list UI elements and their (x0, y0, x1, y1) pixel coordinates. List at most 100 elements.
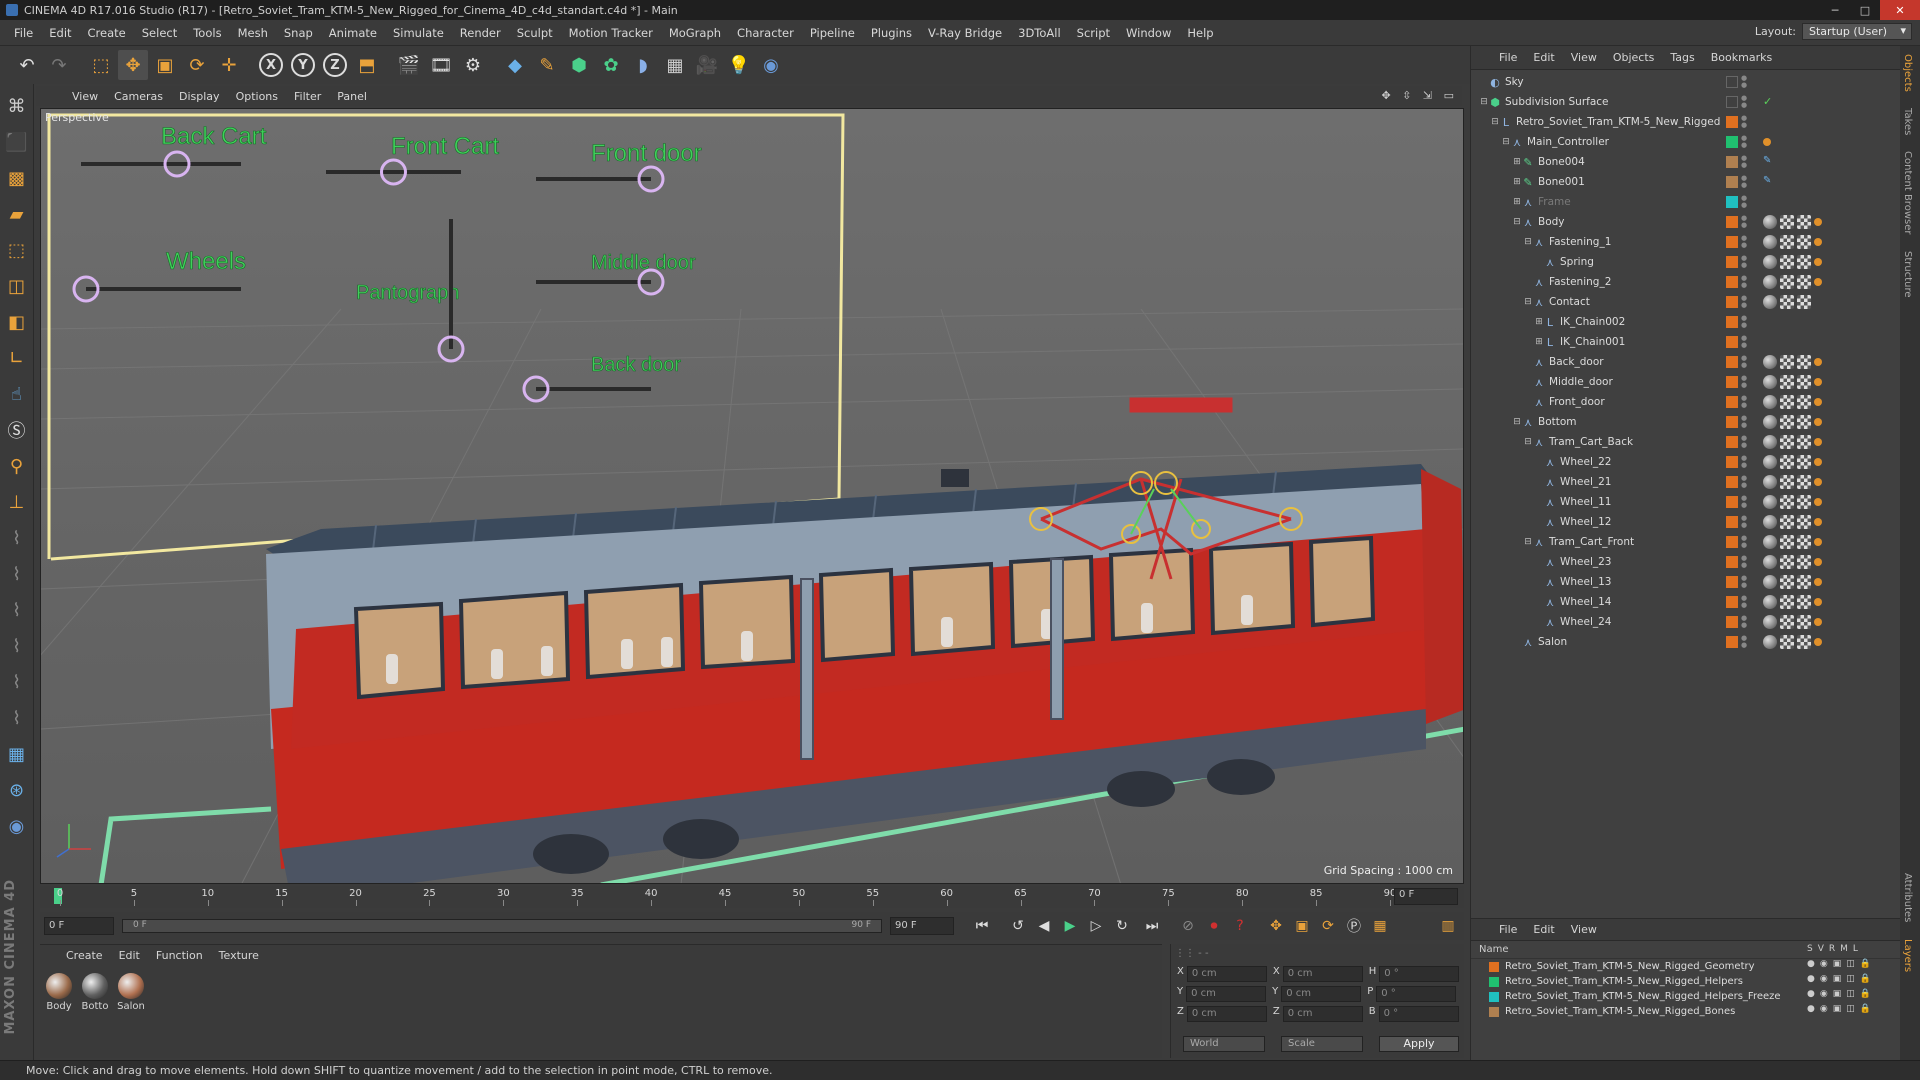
object-menu-view[interactable]: View (1563, 51, 1605, 64)
material-tag-icon[interactable] (1763, 575, 1777, 589)
material-tag-icon[interactable] (1763, 475, 1777, 489)
texture-tag-icon[interactable] (1780, 235, 1794, 249)
layer-color-swatch[interactable] (1489, 1006, 1499, 1017)
deformer-icon[interactable]: ◗ (628, 50, 658, 80)
texture-tag-icon[interactable] (1780, 455, 1794, 469)
close-button[interactable]: ✕ (1880, 0, 1920, 20)
material-tag-icon[interactable] (1763, 235, 1777, 249)
expand-toggle-icon[interactable]: ⊟ (1512, 417, 1522, 427)
texture-tag-icon[interactable] (1797, 395, 1811, 409)
layer-color-swatch[interactable] (1489, 991, 1499, 1002)
texture-tag-icon[interactable] (1797, 255, 1811, 269)
object-row-wheel-23[interactable]: ⋏ Wheel_23 ● ● (1471, 552, 1901, 572)
layer-flag-icon[interactable]: ● (1807, 989, 1815, 999)
layer-flag-icon[interactable]: ◉ (1820, 1004, 1828, 1014)
material-swatch[interactable]: Salon (116, 973, 146, 1012)
layer-flag-icon[interactable]: ◫ (1846, 959, 1855, 969)
texture-tag-icon[interactable] (1797, 215, 1811, 229)
menu-mograph[interactable]: MoGraph (661, 26, 729, 40)
coord-field[interactable]: 0 cm (1281, 986, 1362, 1002)
object-row-sky[interactable]: ◐ Sky ● ● (1471, 72, 1901, 92)
sculpt-tool-icon[interactable]: ⌇ (3, 632, 31, 660)
expand-toggle-icon[interactable]: ⊞ (1512, 157, 1522, 167)
expand-toggle-icon[interactable]: ⊟ (1523, 237, 1533, 247)
texture-tag-icon[interactable] (1780, 255, 1794, 269)
selection-tag-icon[interactable] (1763, 138, 1771, 146)
render-picture-viewer-icon[interactable]: 🎞 (426, 50, 456, 80)
end-frame-field[interactable]: 90 F (890, 917, 954, 935)
object-row-bone004[interactable]: ⊞ ✎ Bone004 ● ● ✎ (1471, 152, 1901, 172)
texture-tag-icon[interactable] (1797, 475, 1811, 489)
layer-row[interactable]: Retro_Soviet_Tram_KTM-5_New_Rigged_Bones… (1471, 1004, 1900, 1019)
layer-color-swatch[interactable] (1726, 236, 1738, 248)
menu-sculpt[interactable]: Sculpt (509, 26, 561, 40)
object-menu-edit[interactable]: Edit (1525, 51, 1562, 64)
selection-tag-icon[interactable] (1814, 378, 1822, 386)
menu-snap[interactable]: Snap (276, 26, 321, 40)
start-frame-field[interactable]: 0 F (44, 917, 114, 935)
visibility-dots-icon[interactable]: ● ● (1741, 615, 1747, 629)
texture-tag-icon[interactable] (1780, 295, 1794, 309)
visibility-dots-icon[interactable]: ● ● (1741, 115, 1747, 129)
layer-color-swatch[interactable] (1726, 636, 1738, 648)
selection-tag-icon[interactable] (1814, 538, 1822, 546)
material-tag-icon[interactable] (1763, 355, 1777, 369)
side-tab-content-browser[interactable]: Content Browser (1900, 143, 1915, 242)
layer-flag-icon[interactable]: ● (1807, 974, 1815, 984)
layer-color-swatch[interactable] (1489, 976, 1499, 987)
object-row-contact[interactable]: ⊟ ⋏ Contact ● ● (1471, 292, 1901, 312)
render-settings-icon[interactable]: ⚙ (458, 50, 488, 80)
menu-tools[interactable]: Tools (185, 26, 229, 40)
object-menu-file[interactable]: File (1491, 51, 1525, 64)
side-tab-objects[interactable]: Objects (1900, 46, 1915, 100)
texture-tag-icon[interactable] (1780, 575, 1794, 589)
coordinate-system-icon[interactable]: ⬒ (352, 50, 382, 80)
axis-mode-icon[interactable]: ∟ (3, 344, 31, 372)
expand-toggle-icon[interactable]: ⊞ (1534, 317, 1544, 327)
smooth-tool-icon[interactable]: ⌇ (3, 704, 31, 732)
texture-tag-icon[interactable] (1797, 235, 1811, 249)
selection-tag-icon[interactable] (1814, 398, 1822, 406)
timeline-ruler[interactable]: 0 5 10 15 20 25 30 35 40 45 50 55 60 65 70 75 80 85 90 0 F (40, 886, 1464, 908)
layer-color-swatch[interactable] (1726, 216, 1738, 228)
material-tag-icon[interactable] (1763, 595, 1777, 609)
make-editable-icon[interactable]: ⌘ (3, 92, 31, 120)
object-row-frame[interactable]: ⊞ ⋏ Frame ● ● (1471, 192, 1901, 212)
layer-flag-icon[interactable]: 🔒 (1860, 959, 1871, 969)
material-menu-create[interactable]: Create (58, 949, 111, 962)
side-tab-structure[interactable]: Structure (1900, 243, 1915, 306)
material-menu-edit[interactable]: Edit (111, 949, 148, 962)
layer-flag-icon[interactable]: ● (1807, 959, 1815, 969)
texture-tag-icon[interactable] (1780, 555, 1794, 569)
expand-toggle-icon[interactable]: ⊟ (1512, 217, 1522, 227)
array-mograph-icon[interactable]: ✿ (596, 50, 626, 80)
visibility-dots-icon[interactable]: ● ● (1741, 295, 1747, 309)
layer-color-swatch[interactable] (1726, 416, 1738, 428)
layer-color-swatch[interactable] (1726, 556, 1738, 568)
object-row-fastening-1[interactable]: ⊟ ⋏ Fastening_1 ● ● (1471, 232, 1901, 252)
scale-tool-icon[interactable]: ▣ (150, 50, 180, 80)
layer-color-swatch[interactable] (1726, 476, 1738, 488)
layer-color-swatch[interactable] (1726, 576, 1738, 588)
enable-snapping-icon[interactable]: ⚲ (3, 452, 31, 480)
menu-window[interactable]: Window (1118, 26, 1179, 40)
expand-toggle-icon[interactable]: ⊞ (1534, 337, 1544, 347)
coord-mode-dropdown[interactable]: World (1183, 1036, 1265, 1052)
layer-color-swatch[interactable] (1726, 436, 1738, 448)
layer-color-swatch[interactable] (1489, 961, 1499, 972)
viewport-navigation-icons[interactable]: ✥ ⇳ ⇲ ▭ (1381, 89, 1458, 102)
selection-tag-icon[interactable] (1814, 638, 1822, 646)
object-row-body[interactable]: ⊟ ⋏ Body ● ● (1471, 212, 1901, 232)
auto-key-icon[interactable]: ⏺ (1202, 915, 1226, 937)
selection-tag-icon[interactable] (1814, 518, 1822, 526)
layer-color-swatch[interactable] (1726, 76, 1738, 88)
texture-tag-icon[interactable] (1797, 635, 1811, 649)
layer-color-swatch[interactable] (1726, 316, 1738, 328)
next-key-icon[interactable]: ↻ (1110, 915, 1134, 937)
menu-render[interactable]: Render (452, 26, 509, 40)
texture-tag-icon[interactable] (1797, 415, 1811, 429)
tweak-mode-icon[interactable]: ☝ (3, 380, 31, 408)
material-tag-icon[interactable] (1763, 555, 1777, 569)
texture-mode-icon[interactable]: ▩ (3, 164, 31, 192)
side-tab-layers[interactable]: Layers (1900, 931, 1915, 980)
